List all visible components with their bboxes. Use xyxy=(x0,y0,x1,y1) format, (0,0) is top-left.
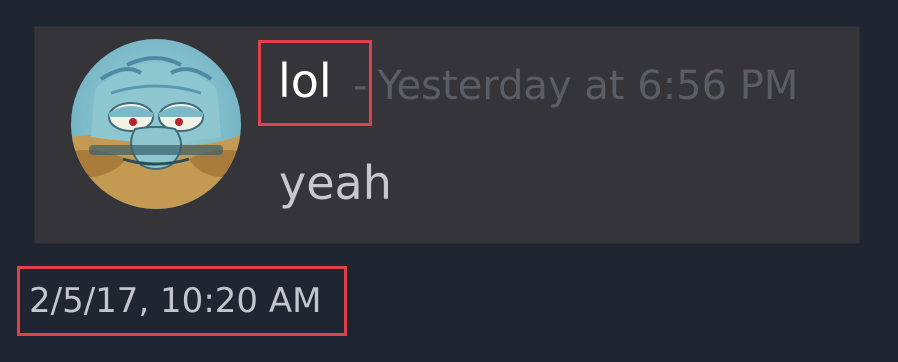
squidward-avatar-icon xyxy=(71,39,241,209)
message-timestamp: Yesterday at 6:56 PM xyxy=(377,63,799,109)
message-meta: - Yesterday at 6:56 PM xyxy=(353,61,798,111)
screenshot-timestamp: 2/5/17, 10:20 AM xyxy=(29,281,322,321)
message-card: lol - Yesterday at 6:56 PM yeah xyxy=(34,26,860,244)
message-text: yeah xyxy=(279,156,392,210)
user-avatar[interactable] xyxy=(71,39,241,209)
meta-separator: - xyxy=(353,63,368,109)
message-author[interactable]: lol xyxy=(278,53,332,109)
